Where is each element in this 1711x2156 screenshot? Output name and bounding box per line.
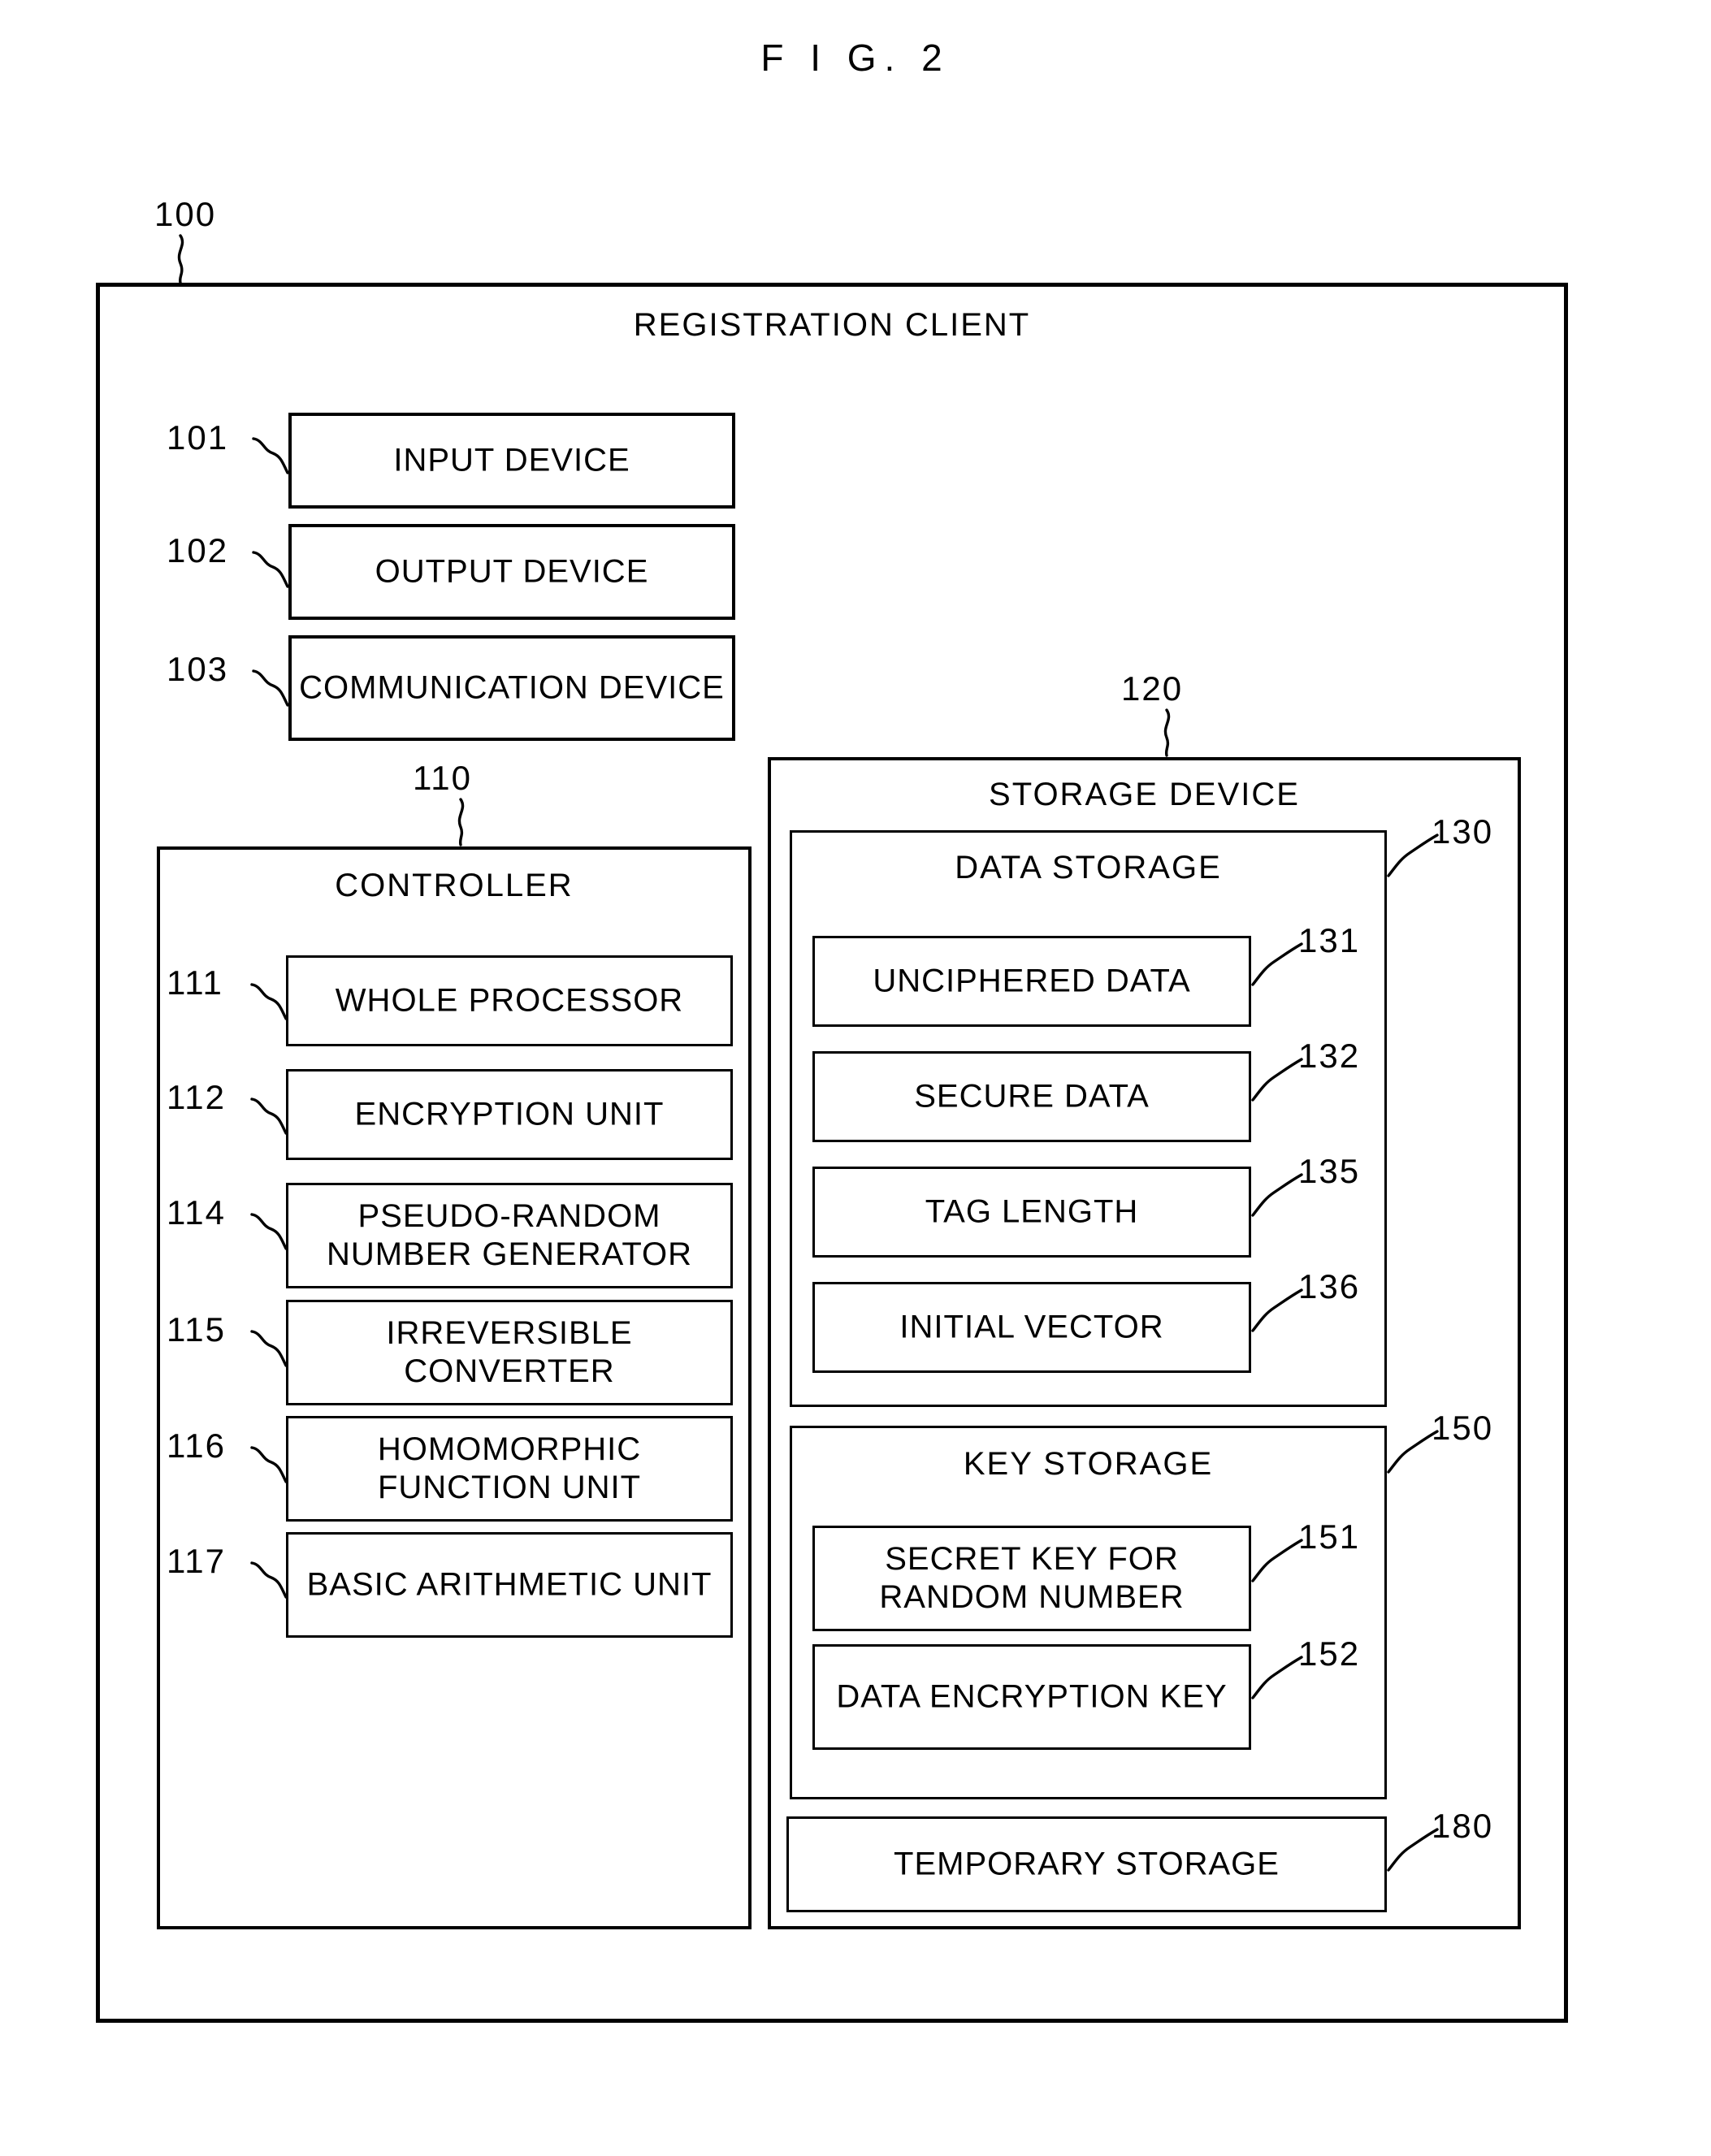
ref-150: 150 [1432,1409,1494,1447]
ref-115: 115 [167,1310,226,1349]
ref-114: 114 [167,1193,226,1232]
output-device-box[interactable]: OUTPUT DEVICE [288,524,735,620]
temporary-storage-label: TEMPORARY STORAGE [894,1846,1280,1882]
ref-102: 102 [167,531,229,569]
irreversible-converter-box[interactable]: IRREVERSIBLE CONVERTER [286,1300,733,1405]
communication-device-box[interactable]: COMMUNICATION DEVICE [288,635,735,741]
ref-130: 130 [1432,812,1494,851]
pseudo-random-number-generator-box[interactable]: PSEUDO-RANDOM NUMBER GENERATOR [286,1183,733,1288]
ref-112: 112 [167,1078,226,1116]
encryption-unit-box[interactable]: ENCRYPTION UNIT [286,1069,733,1160]
basic-arithmetic-unit-label: BASIC ARITHMETIC UNIT [306,1566,713,1603]
ref-136: 136 [1298,1267,1361,1305]
basic-arithmetic-unit-box[interactable]: BASIC ARITHMETIC UNIT [286,1532,733,1638]
data-encryption-key-label: DATA ENCRYPTION KEY [836,1678,1228,1715]
secret-key-for-random-number-box[interactable]: SECRET KEY FOR RANDOM NUMBER [812,1526,1251,1631]
ref-111: 111 [167,963,223,1002]
ref-151: 151 [1298,1517,1361,1556]
homomorphic-function-unit-label: HOMOMORPHIC FUNCTION UNIT [377,1431,642,1505]
ref-120: 120 [1121,669,1184,708]
key-storage-title: KEY STORAGE [963,1446,1214,1482]
tag-length-label: TAG LENGTH [925,1193,1139,1230]
unciphered-data-box[interactable]: UNCIPHERED DATA [812,936,1251,1027]
irreversible-converter-label: IRREVERSIBLE CONVERTER [386,1314,633,1389]
registration-client-title: REGISTRATION CLIENT [633,307,1031,343]
initial-vector-box[interactable]: INITIAL VECTOR [812,1282,1251,1373]
input-device-label: INPUT DEVICE [393,442,630,478]
encryption-unit-label: ENCRYPTION UNIT [354,1096,665,1132]
ref-180: 180 [1432,1807,1494,1845]
ref-117: 117 [167,1542,226,1580]
data-encryption-key-box[interactable]: DATA ENCRYPTION KEY [812,1644,1251,1750]
ref-131: 131 [1298,921,1361,959]
homomorphic-function-unit-box[interactable]: HOMOMORPHIC FUNCTION UNIT [286,1416,733,1522]
ref-110: 110 [413,759,472,797]
controller-title: CONTROLLER [335,868,574,903]
ref-135: 135 [1298,1152,1361,1190]
unciphered-data-label: UNCIPHERED DATA [873,963,1191,999]
secret-key-for-random-number-label: SECRET KEY FOR RANDOM NUMBER [879,1540,1185,1615]
secure-data-box[interactable]: SECURE DATA [812,1051,1251,1142]
tag-length-box[interactable]: TAG LENGTH [812,1167,1251,1258]
ref-152: 152 [1298,1634,1361,1673]
secure-data-label: SECURE DATA [914,1078,1150,1115]
ref-116: 116 [167,1427,226,1465]
initial-vector-label: INITIAL VECTOR [899,1309,1164,1345]
input-device-box[interactable]: INPUT DEVICE [288,413,735,509]
ref-101: 101 [167,418,229,457]
communication-device-label: COMMUNICATION DEVICE [299,669,725,706]
ref-132: 132 [1298,1037,1361,1075]
ref-100: 100 [154,195,217,233]
whole-processor-label: WHOLE PROCESSOR [335,982,684,1019]
data-storage-title: DATA STORAGE [955,850,1222,885]
storage-device-title: STORAGE DEVICE [989,777,1300,812]
output-device-label: OUTPUT DEVICE [375,553,649,590]
figure-title: F I G. 2 [760,37,951,79]
pseudo-random-number-generator-label: PSEUDO-RANDOM NUMBER GENERATOR [326,1197,693,1272]
temporary-storage-box[interactable]: TEMPORARY STORAGE [786,1816,1387,1912]
whole-processor-box[interactable]: WHOLE PROCESSOR [286,955,733,1046]
ref-103: 103 [167,650,229,688]
